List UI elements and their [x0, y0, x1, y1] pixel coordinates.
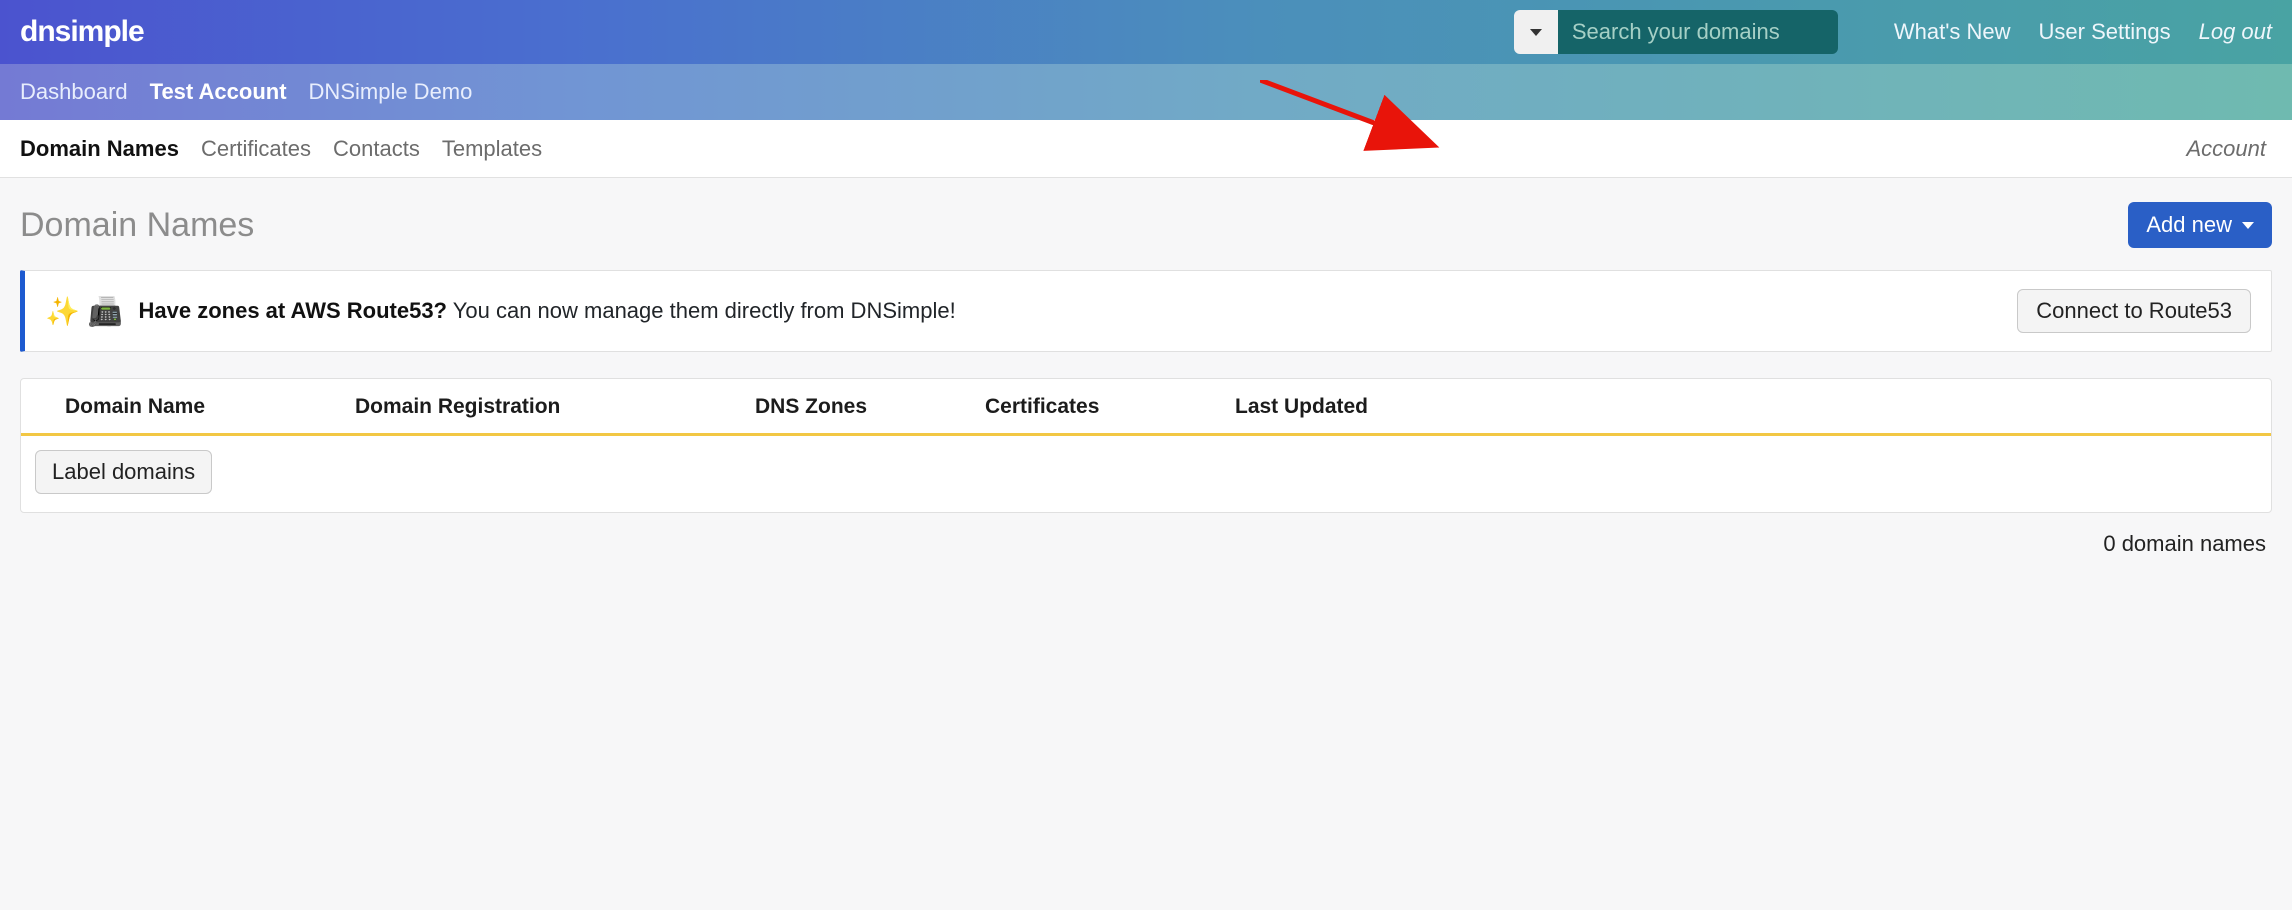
route53-banner: ✨ 📠 Have zones at AWS Route53? You can n… — [20, 270, 2272, 352]
search-group — [1514, 10, 1838, 54]
tab-domain-names[interactable]: Domain Names — [20, 136, 179, 162]
whats-new-link[interactable]: What's New — [1894, 19, 2011, 45]
tab-contacts[interactable]: Contacts — [333, 136, 420, 162]
account-link[interactable]: Account — [2187, 136, 2273, 162]
table-header-row: Domain Name Domain Registration DNS Zone… — [21, 379, 2271, 436]
table-footer: Label domains — [21, 436, 2271, 512]
sub-navigation: Domain Names Certificates Contacts Templ… — [0, 120, 2292, 178]
banner-bold: Have zones at AWS Route53? — [139, 298, 447, 323]
add-new-label: Add new — [2146, 212, 2232, 238]
label-domains-button[interactable]: Label domains — [35, 450, 212, 494]
col-dns-zones[interactable]: DNS Zones — [755, 395, 985, 419]
banner-text: Have zones at AWS Route53? You can now m… — [139, 298, 2018, 324]
domains-table: Domain Name Domain Registration DNS Zone… — [20, 378, 2272, 513]
search-input[interactable] — [1558, 10, 1838, 54]
top-header: dnsimple What's New User Settings Log ou… — [0, 0, 2292, 64]
user-settings-link[interactable]: User Settings — [2039, 19, 2171, 45]
page-header: Domain Names Add new — [20, 202, 2272, 248]
add-new-button[interactable]: Add new — [2128, 202, 2272, 248]
caret-down-icon — [2242, 222, 2254, 229]
col-certificates[interactable]: Certificates — [985, 395, 1235, 419]
logo[interactable]: dnsimple — [20, 15, 144, 49]
col-last-updated[interactable]: Last Updated — [1235, 395, 2247, 419]
caret-down-icon — [1530, 29, 1542, 36]
tab-certificates[interactable]: Certificates — [201, 136, 311, 162]
search-scope-dropdown[interactable] — [1514, 10, 1558, 54]
banner-rest: You can now manage them directly from DN… — [447, 298, 956, 323]
main-content: Domain Names Add new ✨ 📠 Have zones at A… — [0, 178, 2292, 577]
page-title: Domain Names — [20, 206, 254, 245]
tab-templates[interactable]: Templates — [442, 136, 542, 162]
domain-count: 0 domain names — [20, 513, 2272, 557]
sparkle-fax-icon: ✨ 📠 — [45, 295, 123, 328]
col-registration[interactable]: Domain Registration — [355, 395, 755, 419]
col-domain-name[interactable]: Domain Name — [65, 395, 355, 419]
breadcrumb-bar: Dashboard Test Account DNSimple Demo — [0, 64, 2292, 120]
breadcrumb-context[interactable]: DNSimple Demo — [309, 79, 473, 105]
connect-route53-button[interactable]: Connect to Route53 — [2017, 289, 2251, 333]
breadcrumb-account[interactable]: Test Account — [150, 79, 287, 105]
log-out-link[interactable]: Log out — [2199, 19, 2272, 45]
breadcrumb-dashboard[interactable]: Dashboard — [20, 79, 128, 105]
